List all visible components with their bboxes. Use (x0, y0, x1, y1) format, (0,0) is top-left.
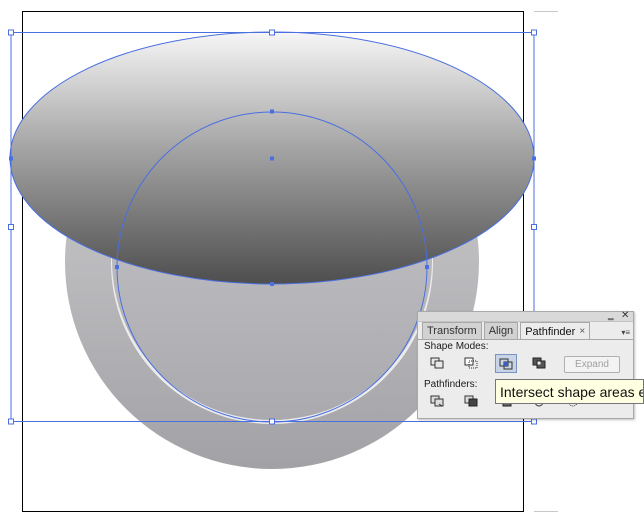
pathfinders-label: Pathfinders: (424, 379, 478, 390)
panel-menu-icon[interactable]: ▾≡ (621, 328, 630, 337)
panel-minimize-button[interactable]: ‗ (608, 310, 614, 322)
panel-tabs: Transform Align Pathfinder × (422, 322, 592, 340)
intersect-icon[interactable] (495, 354, 517, 373)
artboard-canvas[interactable] (0, 0, 644, 519)
tab-transform[interactable]: Transform (422, 322, 482, 339)
divide-icon[interactable] (428, 393, 446, 409)
unite-icon[interactable] (428, 355, 446, 371)
minus-front-icon[interactable] (462, 355, 480, 371)
panel-title-bar[interactable] (418, 312, 633, 322)
exclude-icon[interactable] (530, 355, 548, 371)
tab-pathfinder[interactable]: Pathfinder × (520, 322, 591, 340)
trim-icon[interactable] (462, 393, 480, 409)
panel-close-button[interactable]: ✕ (621, 310, 629, 322)
tab-divider (418, 339, 633, 340)
expand-button[interactable]: Expand (564, 356, 620, 373)
tab-close-icon[interactable]: × (579, 324, 585, 340)
intersect-tooltip: Intersect shape areas e (495, 379, 644, 404)
shape-modes-label: Shape Modes: (424, 341, 489, 352)
tab-align[interactable]: Align (483, 322, 519, 339)
